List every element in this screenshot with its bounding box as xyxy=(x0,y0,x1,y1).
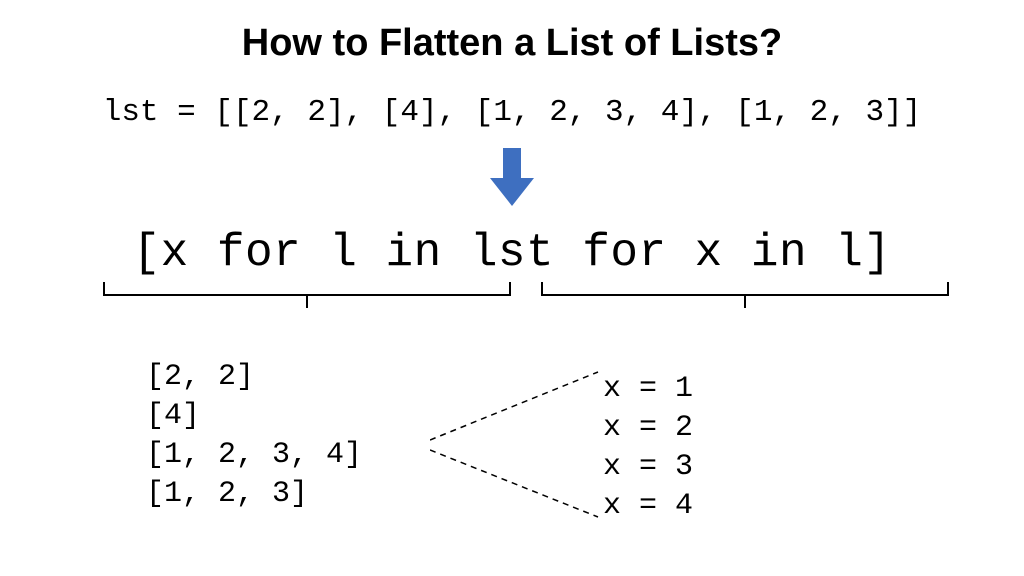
page-title: How to Flatten a List of Lists? xyxy=(0,22,1024,65)
sublist-item: [2, 2] xyxy=(146,358,362,397)
dashed-lines-icon xyxy=(430,362,600,532)
x-item: x = 1 xyxy=(603,370,693,409)
sublist-item: [1, 2, 3, 4] xyxy=(146,436,362,475)
sublist-item: [1, 2, 3] xyxy=(146,475,362,514)
l-values-block: [2, 2] [4] [1, 2, 3, 4] [1, 2, 3] xyxy=(146,358,362,514)
code-line-comprehension: [x for l in lst for x in l] xyxy=(0,227,1024,279)
x-values-block: x = 1 x = 2 x = 3 x = 4 xyxy=(603,370,693,526)
bracket-right xyxy=(540,282,950,308)
x-item: x = 4 xyxy=(603,487,693,526)
x-item: x = 2 xyxy=(603,409,693,448)
x-item: x = 3 xyxy=(603,448,693,487)
bracket-left xyxy=(102,282,512,308)
sublist-item: [4] xyxy=(146,397,362,436)
code-line-lst-definition: lst = [[2, 2], [4], [1, 2, 3, 4], [1, 2,… xyxy=(0,95,1024,130)
down-arrow-icon xyxy=(490,148,534,206)
